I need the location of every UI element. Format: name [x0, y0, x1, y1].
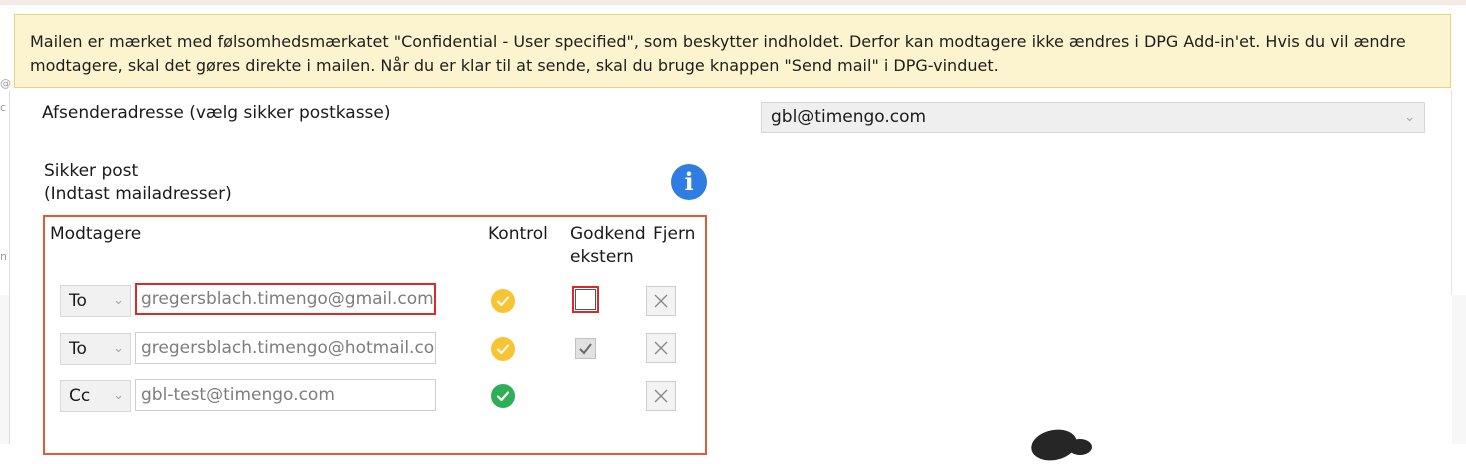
- column-header-recipients: Modtagere: [50, 224, 142, 244]
- sensitivity-label-banner: Mailen er mærket med følsomhedsmærkatet …: [14, 14, 1451, 88]
- column-header-approve-line1: Godkend: [570, 224, 646, 244]
- status-warning-icon: [491, 289, 515, 313]
- column-header-approve-line2: ekstern: [570, 247, 634, 267]
- secure-mail-hint: (Indtast mailadresser): [44, 184, 232, 204]
- status-warning-icon: [491, 337, 515, 361]
- approve-external-checkbox[interactable]: [572, 286, 599, 313]
- background-graphic: [1068, 439, 1092, 455]
- secure-mail-label: Sikker post (Indtast mailadresser): [44, 160, 232, 206]
- chevron-down-icon: ⌄: [113, 341, 124, 356]
- recipient-email-field[interactable]: gregersblach.timengo@hotmail.com: [135, 332, 436, 364]
- remove-recipient-button[interactable]: [646, 286, 676, 316]
- info-icon[interactable]: i: [671, 164, 707, 200]
- recipient-email-field[interactable]: gregersblach.timengo@gmail.com: [135, 283, 436, 315]
- column-header-check: Kontrol: [488, 224, 548, 244]
- recipient-email-field[interactable]: gbl-test@timengo.com: [135, 379, 436, 411]
- recipient-type-value: To: [69, 291, 87, 311]
- chevron-down-icon: ⌄: [1404, 110, 1415, 125]
- recipient-type-select[interactable]: To ⌄: [60, 285, 131, 317]
- secure-mail-title: Sikker post: [44, 161, 139, 181]
- remove-recipient-button[interactable]: [646, 381, 676, 411]
- chevron-down-icon: ⌄: [113, 293, 124, 308]
- background-window-edge: [0, 295, 9, 444]
- close-icon: [654, 389, 668, 403]
- banner-text-line1: Mailen er mærket med følsomhedsmærkatet …: [30, 32, 1406, 51]
- close-icon: [654, 341, 668, 355]
- recipient-type-select[interactable]: To ⌄: [60, 333, 131, 365]
- recipient-type-select[interactable]: Cc ⌄: [60, 380, 131, 412]
- background-window-edge: [1452, 295, 1466, 444]
- sender-address-value: gbl@timengo.com: [771, 107, 927, 127]
- banner-text-line2: modtagere, skal det gøres direkte i mail…: [30, 56, 999, 75]
- column-header-remove: Fjern: [653, 224, 696, 244]
- checkmark-icon: [579, 343, 592, 355]
- approve-external-checkbox[interactable]: [575, 338, 596, 359]
- background-window-edge-right: [1451, 90, 1466, 295]
- top-strip: [0, 0, 1466, 5]
- recipient-type-value: To: [69, 339, 87, 359]
- sender-address-label: Afsenderadresse (vælg sikker postkasse): [42, 103, 391, 123]
- close-icon: [654, 294, 668, 308]
- sender-address-select[interactable]: gbl@timengo.com ⌄: [761, 102, 1425, 133]
- recipient-type-value: Cc: [69, 386, 91, 406]
- status-ok-icon: [491, 384, 515, 408]
- remove-recipient-button[interactable]: [646, 333, 676, 363]
- chevron-down-icon: ⌄: [113, 388, 124, 403]
- column-header-approve-external: Godkend ekstern: [570, 223, 646, 269]
